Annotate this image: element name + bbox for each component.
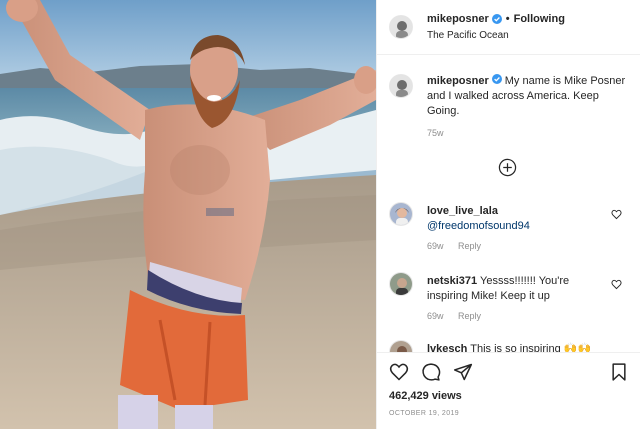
plus-circle-icon[interactable] (498, 158, 517, 177)
avatar-image (390, 273, 412, 295)
comment-item: netski371 Yessss!!!!!!! You're inspiring… (389, 270, 634, 330)
header-username[interactable]: mikeposner (427, 13, 489, 25)
post-actions-bar: 462,429 views OCTOBER 19, 2019 (377, 352, 640, 429)
comment-age[interactable]: 69w (427, 241, 444, 251)
comment-meta: 69w Reply (427, 241, 493, 251)
view-count[interactable]: 462,429 views (389, 390, 462, 402)
comment-text-block: netski371 Yessss!!!!!!! You're inspiring… (427, 274, 602, 304)
location-link[interactable]: The Pacific Ocean (427, 30, 509, 41)
comment-meta: 69w Reply (427, 311, 493, 321)
comment-username[interactable]: netski371 (427, 275, 477, 287)
post-header: mikeposner • Following The Pacific Ocean (377, 0, 640, 55)
beach-scene-image (0, 0, 376, 429)
following-button[interactable]: Following (514, 13, 565, 25)
verified-badge-icon (491, 74, 502, 84)
avatar-image (390, 75, 412, 97)
bookmark-icon[interactable] (609, 362, 629, 382)
post-video[interactable] (0, 0, 376, 429)
paper-plane-icon[interactable] (453, 362, 473, 382)
comment-item: love_live_lala @freedomofsound94 69w Rep… (389, 200, 634, 260)
comment-age[interactable]: 69w (427, 311, 444, 321)
comment-avatar[interactable] (389, 272, 413, 296)
caption-age[interactable]: 75w (427, 128, 444, 138)
caption-username[interactable]: mikeposner (427, 75, 489, 87)
comment-icon[interactable] (421, 362, 441, 382)
header-user-row: mikeposner • Following (427, 13, 565, 25)
verified-badge-icon (491, 14, 502, 24)
comment-text-block: love_live_lala @freedomofsound94 (427, 204, 602, 234)
comment-mention[interactable]: @freedomofsound94 (427, 219, 602, 234)
instagram-post: mikeposner • Following The Pacific Ocean (0, 0, 640, 429)
comment-avatar[interactable] (389, 202, 413, 226)
comment-username[interactable]: love_live_lala (427, 204, 602, 219)
comment-like-icon[interactable] (611, 209, 622, 220)
comment-like-icon[interactable] (611, 279, 622, 290)
post-side-panel: mikeposner • Following The Pacific Ocean (376, 0, 640, 429)
post-date[interactable]: OCTOBER 19, 2019 (389, 410, 459, 417)
caption-avatar[interactable] (389, 74, 413, 98)
reply-button[interactable]: Reply (458, 241, 481, 251)
caption-text-block: mikeposner My name is Mike Posner and I w… (427, 74, 627, 119)
avatar-image (390, 16, 412, 38)
heart-icon[interactable] (389, 362, 409, 382)
reply-button[interactable]: Reply (458, 311, 481, 321)
avatar[interactable] (389, 15, 413, 39)
header-separator: • (505, 13, 510, 25)
avatar-image (390, 203, 412, 225)
